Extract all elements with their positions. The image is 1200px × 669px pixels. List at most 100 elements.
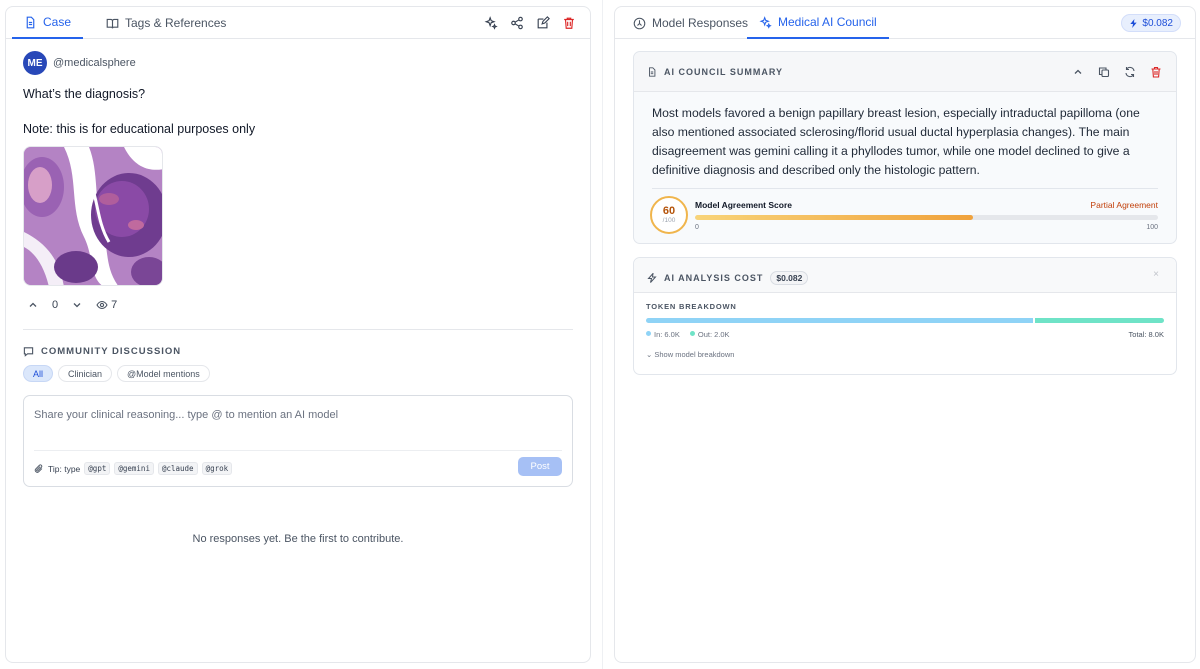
legend-in-dot	[646, 331, 651, 336]
summary-title-text: AI COUNCIL SUMMARY	[664, 67, 783, 77]
vote-count: 0	[52, 299, 59, 311]
sparkles-icon[interactable]	[484, 16, 498, 30]
legend-in-text: In: 6.0K	[654, 330, 680, 339]
total-cost-value: $0.082	[1142, 17, 1173, 29]
show-model-breakdown-text: Show model breakdown	[654, 350, 735, 359]
histology-image-drawing	[24, 147, 162, 285]
refresh-icon[interactable]	[1124, 66, 1136, 78]
filter-all[interactable]: All	[23, 365, 54, 382]
edit-icon[interactable]	[536, 16, 550, 30]
tab-medical-ai-council[interactable]: Medical AI Council	[747, 7, 889, 39]
tab-model-responses[interactable]: Model Responses	[621, 7, 760, 39]
avatar-initials: ME	[27, 57, 43, 69]
tab-tags-references[interactable]: Tags & References	[94, 7, 238, 39]
score-denominator: /100	[662, 217, 676, 224]
summary-card-header: AI COUNCIL SUMMARY	[634, 52, 1176, 92]
cost-card-header[interactable]: AI ANALYSIS COST $0.082 ×	[634, 258, 1176, 293]
community-discussion-heading: COMMUNITY DISCUSSION	[23, 346, 181, 357]
show-model-breakdown[interactable]: ⌄ Show model breakdown	[646, 350, 734, 359]
mention-tip: Tip: type @gpt @gemini @claude @grok	[34, 462, 233, 475]
mention-gemini: @gemini	[114, 462, 154, 475]
post-note: Note: this is for educational purposes o…	[23, 122, 256, 136]
agreement-status: Partial Agreement	[1090, 200, 1158, 210]
cost-title-text: AI ANALYSIS COST	[664, 273, 764, 283]
agreement-bar-fill	[695, 215, 973, 220]
community-discussion-title: COMMUNITY DISCUSSION	[41, 346, 182, 357]
discussion-filters: All Clinician @Model mentions	[23, 365, 210, 382]
summary-title: AI COUNCIL SUMMARY	[647, 67, 783, 77]
summary-text: Most models favored a benign papillary b…	[652, 106, 1140, 177]
summary-divider	[652, 188, 1158, 189]
case-histology-image[interactable]	[23, 146, 163, 286]
cpu-icon	[633, 17, 646, 29]
book-icon	[106, 18, 119, 28]
trash-icon[interactable]	[1150, 66, 1162, 78]
tab-tags-label: Tags & References	[125, 16, 227, 30]
tip-label: Tip: type	[48, 463, 81, 474]
tokens-in-segment	[646, 318, 1033, 323]
upvote-icon[interactable]	[28, 300, 38, 310]
mention-claude: @claude	[157, 462, 198, 475]
agreement-bar	[695, 215, 1158, 220]
tab-council-label: Medical AI Council	[778, 15, 877, 29]
agreement-label: Model Agreement Score	[695, 200, 792, 210]
score-value: 60	[662, 205, 676, 217]
trash-icon[interactable]	[562, 16, 576, 30]
agreement-score-ring: 60 /100	[650, 196, 688, 234]
eye-icon	[96, 300, 108, 310]
close-icon[interactable]: ×	[1153, 269, 1159, 280]
legend-in: In: 6.0K	[646, 330, 680, 339]
mention-grok: @grok	[201, 462, 233, 475]
share-icon[interactable]	[510, 16, 524, 30]
tab-case[interactable]: Case	[12, 7, 84, 39]
tab-case-label: Case	[43, 15, 72, 29]
agreement-scale-max: 100	[1146, 224, 1158, 231]
document-icon	[26, 16, 35, 28]
view-count: 7	[111, 299, 118, 311]
post-username[interactable]: @medicalsphere	[53, 57, 136, 69]
chevron-up-icon[interactable]	[1072, 66, 1084, 78]
token-total: Total: 8.0K	[1128, 330, 1164, 339]
comment-icon	[23, 347, 34, 357]
token-breakdown-label: TOKEN BREAKDOWN	[646, 302, 737, 311]
ai-panel: Model Responses Medical AI Council $0.08…	[614, 6, 1196, 663]
composer-input[interactable]: Share your clinical reasoning... type @ …	[34, 409, 338, 421]
lightning-icon	[1130, 18, 1138, 28]
tokens-out-segment	[1035, 318, 1164, 323]
case-panel: Case Tags & References ME @medicalsphere…	[5, 6, 591, 663]
vote-bar: 0 7	[28, 299, 117, 311]
tab-model-responses-label: Model Responses	[652, 16, 749, 30]
legend-out-dot	[689, 331, 695, 336]
post-button[interactable]: Post	[518, 457, 562, 476]
post-question: What’s the diagnosis?	[23, 87, 146, 101]
token-legend: In: 6.0K Out: 2.0K	[646, 330, 730, 339]
mention-gpt: @gpt	[84, 462, 111, 475]
downvote-icon[interactable]	[72, 300, 82, 310]
cost-title: AI ANALYSIS COST $0.082	[647, 271, 809, 285]
legend-out: Out: 2.0K	[689, 330, 730, 339]
ai-tabbar: Model Responses Medical AI Council $0.08…	[615, 7, 1195, 39]
case-toolbar	[484, 16, 576, 30]
token-breakdown-bar	[646, 318, 1164, 323]
legend-out-text: Out: 2.0K	[697, 330, 730, 339]
document-icon	[649, 67, 656, 77]
section-divider	[23, 329, 573, 330]
lightning-icon	[647, 273, 657, 283]
analysis-cost-card: AI ANALYSIS COST $0.082 × TOKEN BREAKDOW…	[633, 257, 1177, 375]
copy-icon[interactable]	[1098, 66, 1110, 78]
discussion-composer[interactable]: Share your clinical reasoning... type @ …	[23, 395, 573, 487]
total-cost-badge[interactable]: $0.082	[1121, 14, 1181, 32]
filter-clinician[interactable]: Clinician	[58, 365, 113, 382]
empty-state-text: No responses yet. Be the first to contri…	[192, 533, 404, 545]
composer-divider	[34, 450, 562, 451]
avatar[interactable]: ME	[23, 51, 47, 75]
council-summary-card: AI COUNCIL SUMMARY Most models favored a…	[633, 51, 1177, 244]
panel-divider	[602, 0, 603, 669]
cost-badge: $0.082	[770, 271, 809, 285]
filter-model-mentions[interactable]: @Model mentions	[117, 365, 210, 382]
paperclip-icon[interactable]	[34, 463, 44, 474]
case-tabbar: Case Tags & References	[6, 7, 590, 39]
agreement-scale-min: 0	[695, 224, 699, 231]
sparkles-icon	[759, 15, 772, 29]
summary-actions	[1072, 66, 1162, 78]
